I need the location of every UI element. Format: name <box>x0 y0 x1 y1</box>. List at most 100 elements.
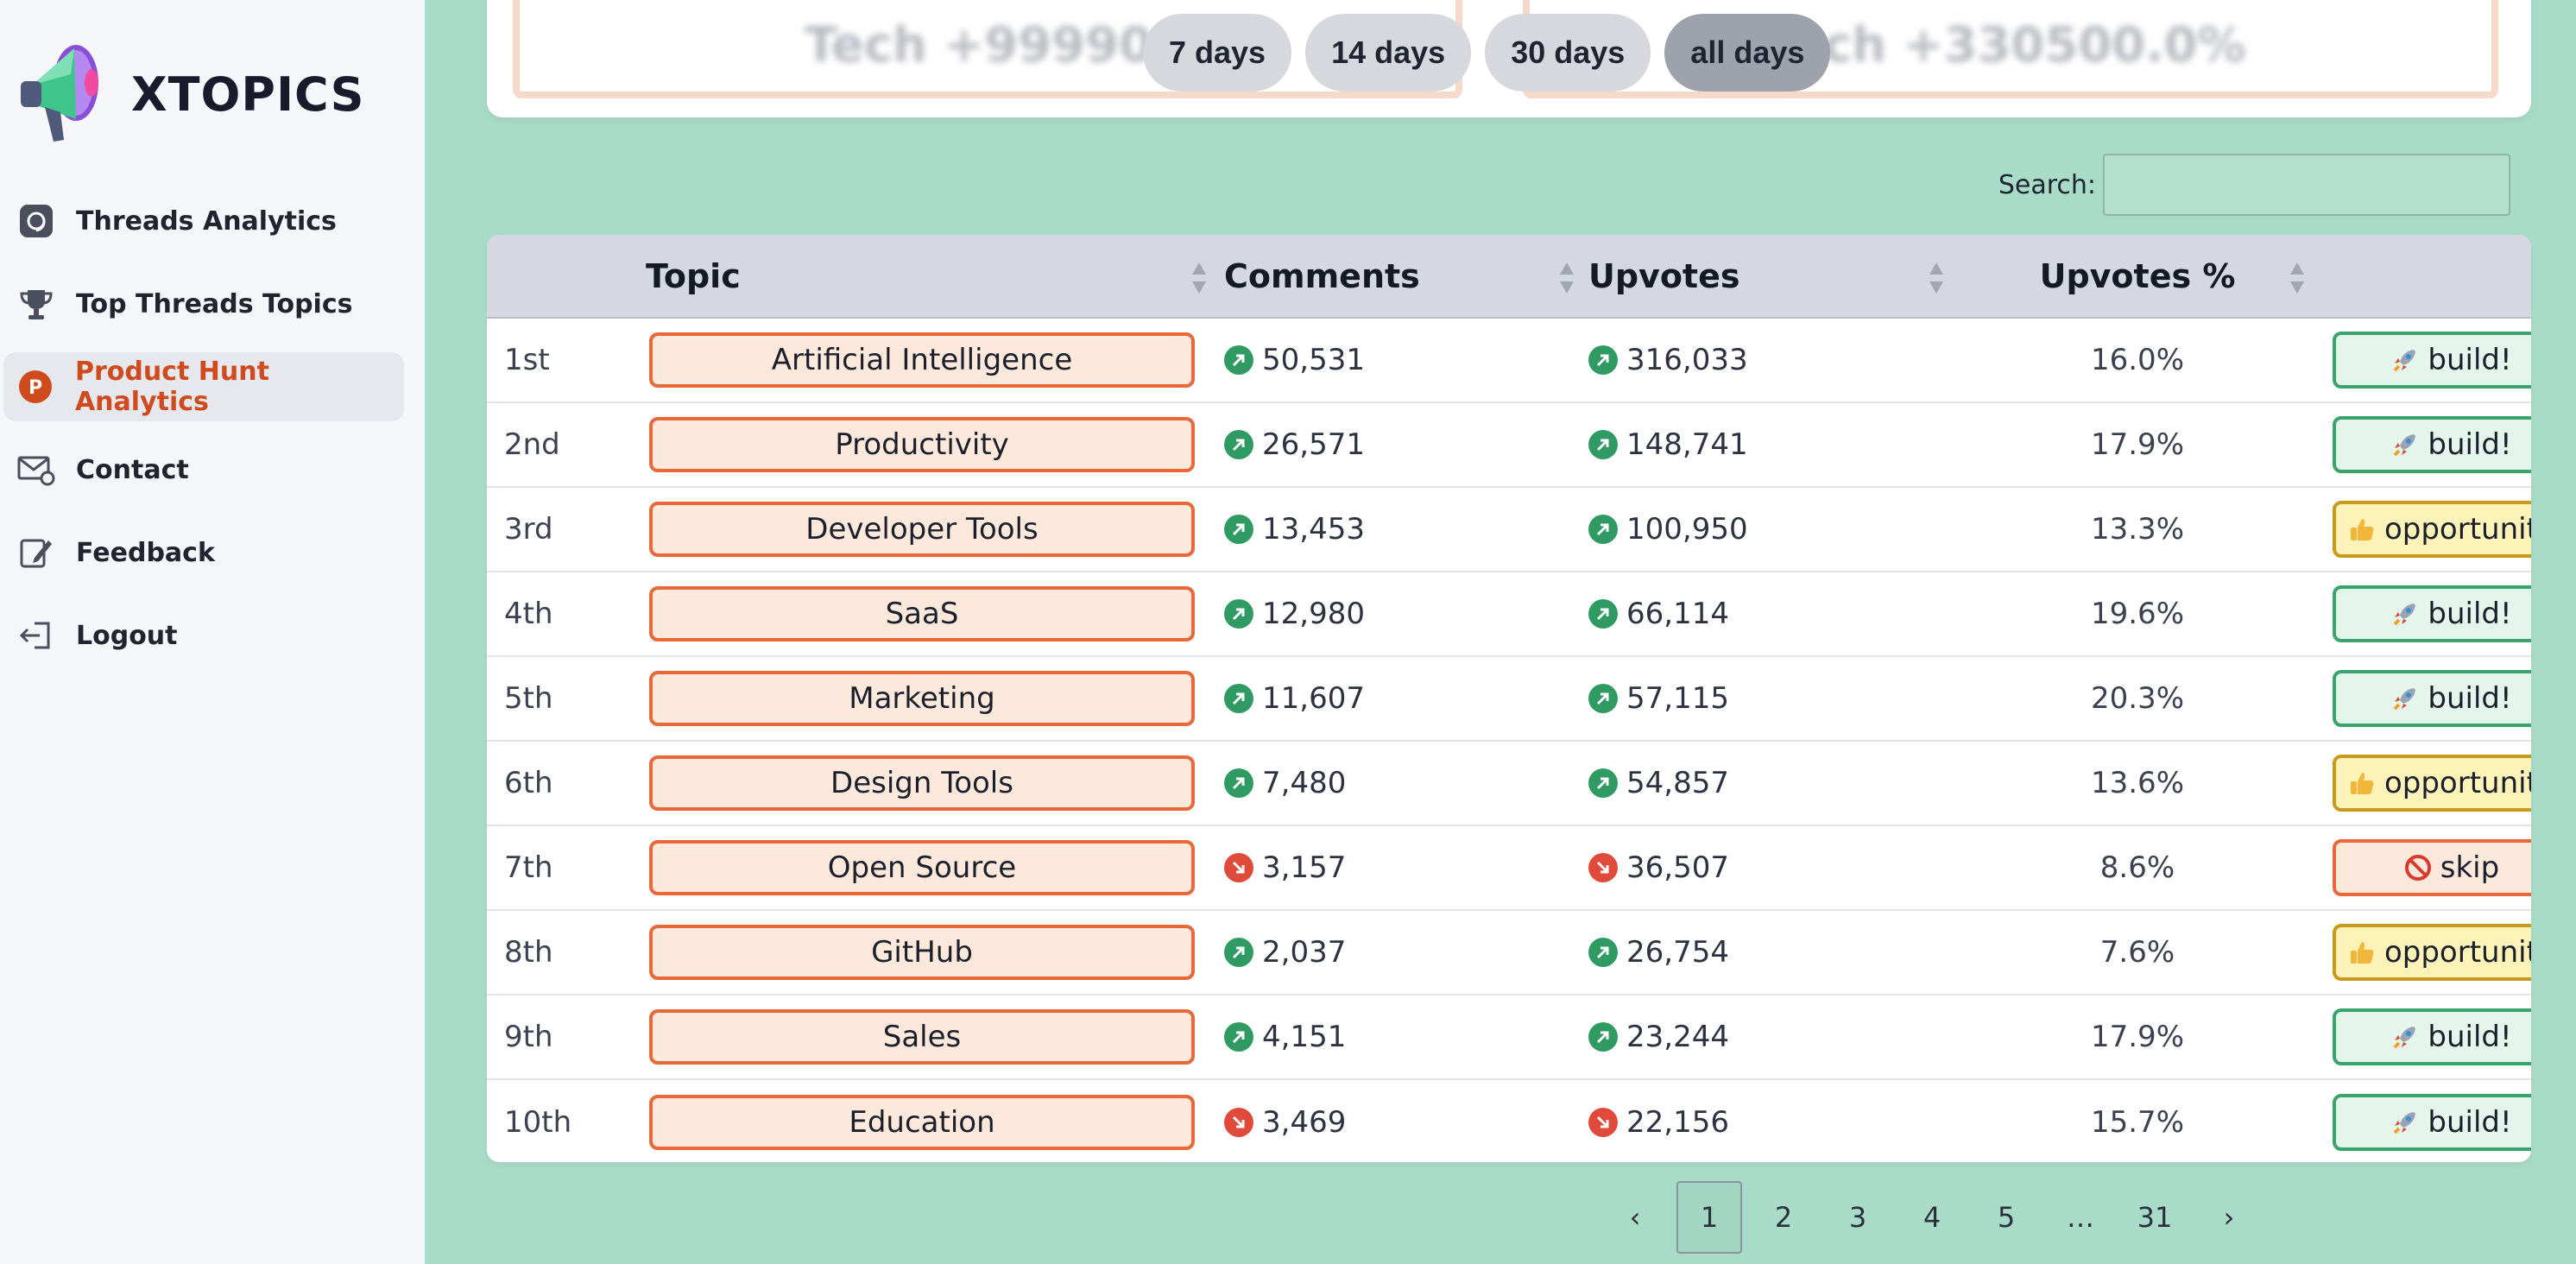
sidebar-item-label: Threads Analytics <box>76 205 337 237</box>
sidebar-item-label: Feedback <box>76 537 215 568</box>
topic-tag[interactable]: Productivity <box>649 417 1195 472</box>
topic-tag[interactable]: Marketing <box>649 671 1195 726</box>
trend-up-icon <box>1224 768 1253 798</box>
svg-text:P: P <box>28 377 42 399</box>
topic-tag[interactable]: Artificial Intelligence <box>649 332 1195 388</box>
verdict-badge[interactable]: opportunity <box>2333 501 2531 558</box>
rank-cell: 4th <box>504 597 553 631</box>
verdict-badge[interactable]: build! <box>2333 670 2531 727</box>
topic-tag[interactable]: Education <box>649 1094 1195 1150</box>
upvotes-cell: 26,754 <box>1588 935 1954 970</box>
range-button-30-days[interactable]: 30 days <box>1485 14 1651 92</box>
trend-up-icon <box>1224 599 1253 629</box>
pagination-prev-button[interactable]: ‹ <box>1602 1181 1668 1254</box>
upvotes-percent-cell: 7.6% <box>2099 935 2175 970</box>
comments-cell: 12,980 <box>1224 597 1588 631</box>
upvotes-value: 66,114 <box>1626 597 1729 631</box>
table-row: 1st Artificial Intelligence 50,531 316,033 1… <box>487 318 2531 402</box>
comments-value: 26,571 <box>1262 427 1365 462</box>
upvotes-cell: 22,156 <box>1588 1105 1954 1140</box>
range-button-7-days[interactable]: 7 days <box>1143 14 1292 92</box>
verdict-label: build! <box>2428 427 2512 462</box>
sidebar-item-feedback[interactable]: Feedback <box>3 518 404 587</box>
sort-arrows-icon <box>1192 262 1206 294</box>
range-button-14-days[interactable]: 14 days <box>1305 14 1472 92</box>
upvotes-percent-cell: 13.3% <box>2090 512 2184 547</box>
sidebar-item-label: Contact <box>76 454 189 485</box>
column-header-label: Comments <box>1224 256 1420 295</box>
topic-tag[interactable]: SaaS <box>649 586 1195 641</box>
trend-up-icon <box>1588 684 1618 713</box>
search-input[interactable] <box>2103 154 2510 216</box>
table-row: 10th Education 3,469 22,156 15.7% build! <box>487 1079 2531 1162</box>
trend-up-icon <box>1224 1022 1253 1052</box>
upvotes-cell: 36,507 <box>1588 850 1954 885</box>
pagination-page-5[interactable]: 5 <box>1973 1181 2039 1254</box>
verdict-badge[interactable]: build! <box>2333 1008 2531 1065</box>
rocket-icon <box>2393 604 2416 626</box>
verdict-badge[interactable]: opportunity <box>2333 755 2531 812</box>
column-header-topic[interactable]: Topic <box>646 235 1224 319</box>
sidebar-item-top-threads-topics[interactable]: Top Threads Topics <box>3 269 404 338</box>
comments-cell: 13,453 <box>1224 512 1588 547</box>
pagination-page-31[interactable]: 31 <box>2122 1181 2188 1254</box>
upvotes-value: 23,244 <box>1626 1020 1729 1054</box>
topic-tag[interactable]: Design Tools <box>649 755 1195 811</box>
sort-arrows-icon <box>1560 262 1574 294</box>
topic-tag[interactable]: Developer Tools <box>649 502 1195 557</box>
verdict-badge[interactable]: build! <box>2333 332 2531 389</box>
column-header-upvotes-percent[interactable]: Upvotes % <box>1954 235 2320 319</box>
verdict-badge[interactable]: opportunity <box>2333 924 2531 981</box>
topic-tag[interactable]: Sales <box>649 1009 1195 1065</box>
sidebar-item-contact[interactable]: Contact <box>3 435 404 504</box>
verdict-badge[interactable]: skip <box>2333 839 2531 896</box>
comments-value: 2,037 <box>1262 935 1347 970</box>
comments-cell: 4,151 <box>1224 1020 1588 1054</box>
range-button-all-days[interactable]: all days <box>1664 14 1831 92</box>
upvotes-value: 316,033 <box>1626 343 1748 377</box>
sidebar-item-product-hunt-analytics[interactable]: P Product Hunt Analytics <box>3 352 404 421</box>
verdict-label: skip <box>2440 850 2500 885</box>
verdict-badge[interactable]: build! <box>2333 416 2531 473</box>
upvotes-percent-cell: 15.7% <box>2090 1104 2184 1140</box>
verdict-badge[interactable]: build! <box>2333 1093 2531 1151</box>
trend-down-icon <box>1224 853 1253 882</box>
pagination-ellipsis: … <box>2067 1201 2094 1234</box>
trend-up-icon <box>1224 684 1253 713</box>
column-header-label: Upvotes <box>1588 256 1740 295</box>
app-logo[interactable]: XTOPICS <box>16 40 365 149</box>
topic-tag[interactable]: GitHub <box>649 925 1195 980</box>
column-header-upvotes[interactable]: Upvotes <box>1588 235 1954 319</box>
pagination-page-4[interactable]: 4 <box>1899 1181 1965 1254</box>
upvotes-cell: 100,950 <box>1588 512 1954 547</box>
table-row: 6th Design Tools 7,480 54,857 13.6% opportuni… <box>487 741 2531 825</box>
verdict-label: opportunity <box>2383 935 2531 970</box>
app-name: XTOPICS <box>131 66 365 122</box>
sidebar-item-logout[interactable]: Logout <box>3 601 404 670</box>
verdict-badge[interactable]: build! <box>2333 585 2531 642</box>
rank-cell: 8th <box>504 935 553 970</box>
table-row: 2nd Productivity 26,571 148,741 17.9% build! <box>487 402 2531 487</box>
rocket-icon <box>2393 1027 2416 1049</box>
verdict-label: build! <box>2428 1020 2512 1054</box>
verdict-label: build! <box>2428 681 2512 716</box>
upvotes-percent-cell: 20.3% <box>2090 681 2184 716</box>
pagination-page-2[interactable]: 2 <box>1751 1181 1816 1254</box>
column-header-comments[interactable]: Comments <box>1224 235 1588 319</box>
rocket-icon <box>2393 350 2416 372</box>
time-range-selector: 7 days 14 days 30 days all days <box>1143 14 1844 92</box>
prohibited-icon <box>2404 855 2431 881</box>
pagination-next-button[interactable]: › <box>2196 1181 2262 1254</box>
upvotes-cell: 57,115 <box>1588 681 1954 716</box>
upvotes-cell: 23,244 <box>1588 1020 1954 1054</box>
pagination-page-1[interactable]: 1 <box>1676 1181 1742 1254</box>
comments-cell: 7,480 <box>1224 766 1588 800</box>
topic-tag[interactable]: Open Source <box>649 840 1195 895</box>
pagination-page-3[interactable]: 3 <box>1825 1181 1891 1254</box>
comments-value: 11,607 <box>1262 681 1365 716</box>
sidebar-item-threads-analytics[interactable]: Threads Analytics <box>3 186 404 256</box>
logout-icon <box>17 616 55 654</box>
trend-up-icon <box>1588 345 1618 375</box>
sidebar-item-label: Logout <box>76 620 178 651</box>
verdict-label: build! <box>2428 343 2512 377</box>
